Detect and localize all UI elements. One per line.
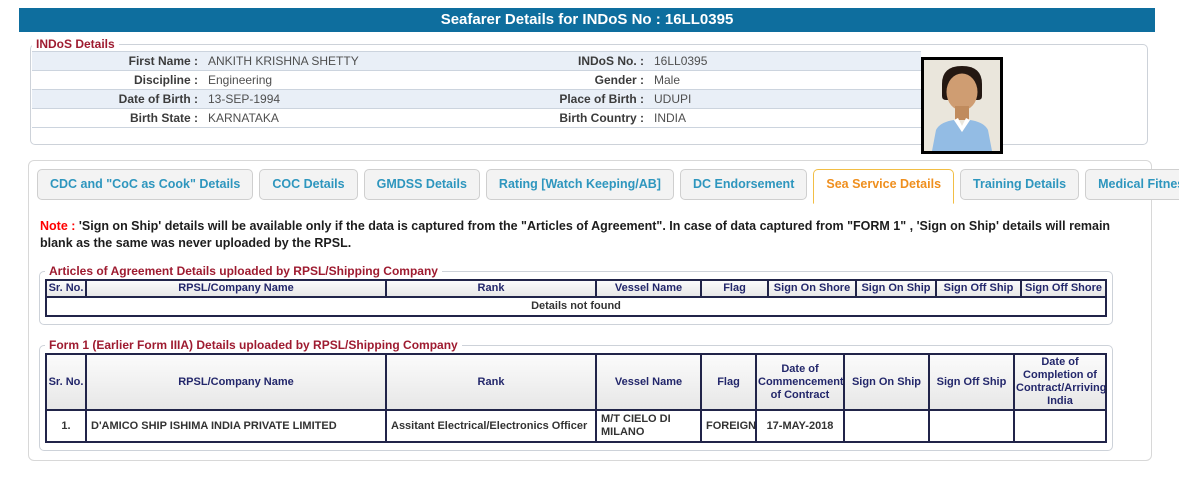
form1-cell-flag: FOREIGN xyxy=(701,410,756,442)
form1-header-rpsl-company-name: RPSL/Company Name xyxy=(86,354,386,410)
discipline-value: Engineering xyxy=(204,71,540,90)
indos-no-label: INDoS No. : xyxy=(540,52,650,71)
tab-training-details[interactable]: Training Details xyxy=(960,169,1079,200)
articles-header-sign-on-ship: Sign On Ship xyxy=(856,280,936,297)
articles-header-row: Sr. No. RPSL/Company Name Rank Vessel Na… xyxy=(46,280,1106,297)
indos-details-legend: INDoS Details xyxy=(32,37,119,51)
sea-service-tab-panel: CDC and "CoC as Cook" Details COC Detail… xyxy=(28,160,1152,461)
details-not-found-message: Details not found xyxy=(46,297,1106,316)
birth-country-label: Birth Country : xyxy=(540,109,650,128)
form1-header-vessel-name: Vessel Name xyxy=(596,354,701,410)
articles-header-sign-off-ship: Sign Off Ship xyxy=(936,280,1021,297)
form1-header-sign-off-ship: Sign Off Ship xyxy=(929,354,1014,410)
first-name-value: ANKITH KRISHNA SHETTY xyxy=(204,52,540,71)
tab-rating-watch-keeping-ab[interactable]: Rating [Watch Keeping/AB] xyxy=(486,169,674,200)
place-of-birth-label: Place of Birth : xyxy=(540,90,650,109)
tabs-row: CDC and "CoC as Cook" Details COC Detail… xyxy=(37,169,1143,200)
note-text: Note : 'Sign on Ship' details will be av… xyxy=(40,218,1132,251)
form1-cell-date-of-completion xyxy=(1014,410,1106,442)
form1-header-date-of-commencement: Date of Commencement of Contract xyxy=(756,354,844,410)
gender-value: Male xyxy=(650,71,921,90)
indos-details-table: First Name : ANKITH KRISHNA SHETTY INDoS… xyxy=(32,51,921,128)
form1-cell-company-name: D'AMICO SHIP ISHIMA INDIA PRIVATE LIMITE… xyxy=(86,410,386,442)
form1-header-date-of-completion: Date of Completion of Contract/Arriving … xyxy=(1014,354,1106,410)
form1-header-flag: Flag xyxy=(701,354,756,410)
form1-legend: Form 1 (Earlier Form IIIA) Details uploa… xyxy=(45,338,462,352)
page-title: Seafarer Details for INDoS No : 16LL0395 xyxy=(441,11,734,28)
form1-cell-sign-off-ship xyxy=(929,410,1014,442)
form1-header-row: Sr. No. RPSL/Company Name Rank Vessel Na… xyxy=(46,354,1106,410)
indos-row-3: Date of Birth : 13-SEP-1994 Place of Bir… xyxy=(32,90,921,109)
seafarer-photo-image xyxy=(924,60,1000,151)
form1-section: Form 1 (Earlier Form IIIA) Details uploa… xyxy=(39,338,1113,451)
indos-row-4: Birth State : KARNATAKA Birth Country : … xyxy=(32,109,921,128)
tab-medical-fitness-certificate[interactable]: Medical Fitness Certificate xyxy=(1085,169,1179,200)
place-of-birth-value: UDUPI xyxy=(650,90,921,109)
page-title-bar: Seafarer Details for INDoS No : 16LL0395 xyxy=(19,8,1155,32)
articles-header-sign-on-shore: Sign On Shore xyxy=(768,280,856,297)
seafarer-photo xyxy=(921,57,1003,154)
date-of-birth-label: Date of Birth : xyxy=(32,90,204,109)
birth-country-value: INDIA xyxy=(650,109,921,128)
form1-cell-sr-no: 1. xyxy=(46,410,86,442)
form1-header-sr-no: Sr. No. xyxy=(46,354,86,410)
form1-header-rank: Rank xyxy=(386,354,596,410)
tab-cdc-coc-as-cook-details[interactable]: CDC and "CoC as Cook" Details xyxy=(37,169,253,200)
gender-label: Gender : xyxy=(540,71,650,90)
articles-header-sr-no: Sr. No. xyxy=(46,280,86,297)
birth-state-value: KARNATAKA xyxy=(204,109,540,128)
birth-state-label: Birth State : xyxy=(32,109,204,128)
form1-header-sign-on-ship: Sign On Ship xyxy=(844,354,929,410)
articles-of-agreement-legend: Articles of Agreement Details uploaded b… xyxy=(45,264,442,278)
form1-data-row: 1. D'AMICO SHIP ISHIMA INDIA PRIVATE LIM… xyxy=(46,410,1106,442)
articles-of-agreement-section: Articles of Agreement Details uploaded b… xyxy=(39,264,1113,325)
articles-header-vessel-name: Vessel Name xyxy=(596,280,701,297)
articles-header-flag: Flag xyxy=(701,280,768,297)
indos-details-section: INDoS Details First Name : ANKITH KRISHN… xyxy=(30,37,1148,145)
indos-no-value: 16LL0395 xyxy=(650,52,921,71)
form1-table: Sr. No. RPSL/Company Name Rank Vessel Na… xyxy=(45,353,1107,443)
articles-header-rank: Rank xyxy=(386,280,596,297)
note-body: 'Sign on Ship' details will be available… xyxy=(40,219,1110,250)
form1-cell-date-of-commencement: 17-MAY-2018 xyxy=(756,410,844,442)
form1-cell-sign-on-ship xyxy=(844,410,929,442)
indos-row-2: Discipline : Engineering Gender : Male xyxy=(32,71,921,90)
seafarer-details-page: Seafarer Details for INDoS No : 16LL0395… xyxy=(0,8,1179,461)
articles-header-sign-off-shore: Sign Off Shore xyxy=(1021,280,1106,297)
tab-dc-endorsement[interactable]: DC Endorsement xyxy=(680,169,807,200)
date-of-birth-value: 13-SEP-1994 xyxy=(204,90,540,109)
form1-cell-rank: Assitant Electrical/Electronics Officer xyxy=(386,410,596,442)
articles-of-agreement-table: Sr. No. RPSL/Company Name Rank Vessel Na… xyxy=(45,279,1107,317)
tab-sea-service-details[interactable]: Sea Service Details xyxy=(813,169,954,204)
discipline-label: Discipline : xyxy=(32,71,204,90)
tab-gmdss-details[interactable]: GMDSS Details xyxy=(364,169,480,200)
form1-cell-vessel-name: M/T CIELO DI MILANO xyxy=(596,410,701,442)
indos-row-1: First Name : ANKITH KRISHNA SHETTY INDoS… xyxy=(32,52,921,71)
tab-coc-details[interactable]: COC Details xyxy=(259,169,357,200)
articles-header-rpsl-company-name: RPSL/Company Name xyxy=(86,280,386,297)
first-name-label: First Name : xyxy=(32,52,204,71)
note-prefix: Note : xyxy=(40,219,75,233)
articles-empty-row: Details not found xyxy=(46,297,1106,316)
